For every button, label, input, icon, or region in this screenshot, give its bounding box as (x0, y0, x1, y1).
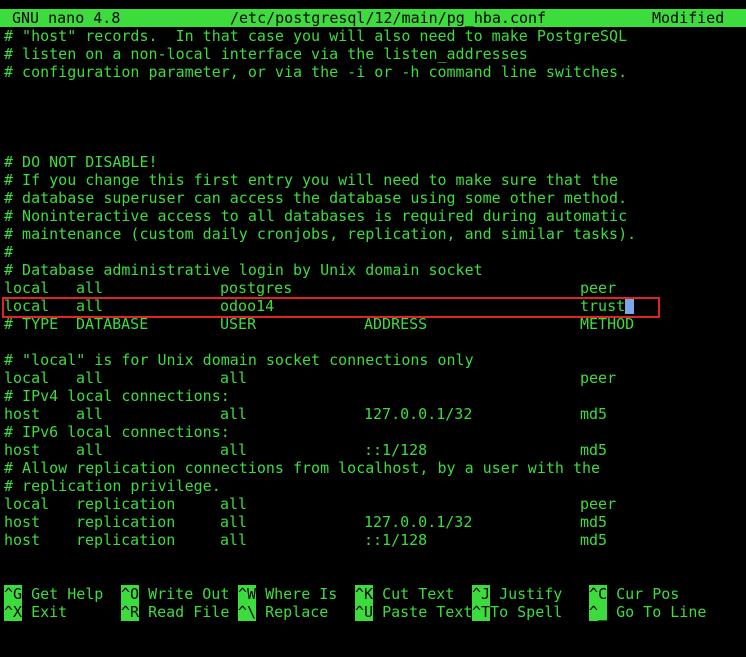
file-path: /etc/postgresql/12/main/pg_hba.conf (230, 9, 547, 27)
shortcut-read-file[interactable]: ^R Read File (121, 603, 229, 621)
record-type: host (4, 531, 41, 549)
shortcut-label: Replace (265, 603, 329, 621)
record-database: all (76, 369, 104, 387)
text-line[interactable]: # "host" records. In that case you will … (4, 27, 627, 45)
modified-status: Modified (652, 9, 725, 27)
shortcut-label: Exit (31, 603, 68, 621)
record-type: host (4, 441, 41, 459)
record-line[interactable]: host all all 127.0.0.1/32 md5 (4, 405, 607, 423)
shortcut-key: ^_ (589, 603, 608, 621)
record-line[interactable]: host replication all ::1/128 md5 (4, 531, 607, 549)
record-user: all (220, 441, 248, 459)
shortcut-get-help[interactable]: ^G Get Help (4, 585, 103, 603)
app-name: GNU nano 4.8 (12, 9, 121, 27)
text-line[interactable]: # configuration parameter, or via the -i… (4, 63, 627, 81)
shortcut-exit[interactable]: ^X Exit (4, 603, 67, 621)
record-line[interactable]: local all postgres peer (4, 279, 616, 297)
record-line[interactable]: host all all ::1/128 md5 (4, 441, 607, 459)
record-type: host (4, 405, 41, 423)
shortcut-label: Justify (499, 585, 563, 603)
text-line[interactable]: # replication privilege. (4, 477, 221, 495)
shortcut-key: ^\ (238, 603, 257, 621)
record-line[interactable]: local replication all peer (4, 495, 616, 513)
shortcut-label: Paste Text (382, 603, 473, 621)
shortcut-label: To Spell (490, 603, 563, 621)
record-method: peer (580, 495, 617, 513)
text-line[interactable]: # "local" is for Unix domain socket conn… (4, 351, 474, 369)
text-line[interactable]: # Database administrative login by Unix … (4, 261, 483, 279)
text-line[interactable]: # IPv6 local connections: (4, 423, 230, 441)
record-database: all (76, 441, 104, 459)
shortcut-key: ^R (121, 603, 140, 621)
record-user: all (220, 495, 248, 513)
shortcut-label: Write Out (148, 585, 230, 603)
text-line[interactable]: # maintenance (custom daily cronjobs, re… (4, 225, 636, 243)
shortcut-key: ^G (4, 585, 23, 603)
shortcut-key: ^W (238, 585, 257, 603)
shortcut-key: ^T (472, 603, 491, 621)
shortcut-label: Cut Text (382, 585, 455, 603)
text-line[interactable]: # IPv4 local connections: (4, 387, 230, 405)
record-line[interactable]: host replication all 127.0.0.1/32 md5 (4, 513, 607, 531)
shortcut-key: ^O (121, 585, 140, 603)
text-line[interactable]: # DO NOT DISABLE! (4, 153, 158, 171)
record-user: all (220, 369, 248, 387)
text-line[interactable]: # listen on a non-local interface via th… (4, 45, 528, 63)
record-method: md5 (580, 531, 608, 549)
shortcut-key: ^J (472, 585, 491, 603)
shortcut-paste-text[interactable]: ^U Paste Text (355, 603, 472, 621)
record-method: md5 (580, 513, 608, 531)
record-user: all (220, 531, 248, 549)
shortcut-cut-text[interactable]: ^K Cut Text (355, 585, 454, 603)
record-address: ::1/128 (364, 441, 428, 459)
record-database: replication (76, 495, 176, 513)
record-address: 127.0.0.1/32 (364, 405, 473, 423)
shortcut-justify[interactable]: ^J Justify (472, 585, 562, 603)
shortcut-label: Get Help (31, 585, 104, 603)
record-database: replication (76, 531, 176, 549)
record-line[interactable]: local all all peer (4, 369, 616, 387)
record-type: local (4, 369, 50, 387)
shortcut-key: ^K (355, 585, 374, 603)
text-line[interactable]: # (4, 243, 13, 261)
record-database: replication (76, 513, 176, 531)
shortcut-where-is[interactable]: ^W Where Is (238, 585, 337, 603)
shortcut-cur-pos[interactable]: ^C Cur Pos (589, 585, 679, 603)
record-user: all (220, 405, 248, 423)
shortcut-label: Cur Pos (616, 585, 680, 603)
record-address: ::1/128 (364, 531, 428, 549)
shortcut-replace[interactable]: ^\ Replace (238, 603, 328, 621)
record-type: local (4, 279, 50, 297)
shortcut-write-out[interactable]: ^O Write Out (121, 585, 229, 603)
highlight-annotation-box (2, 297, 660, 318)
record-method: peer (580, 279, 617, 297)
title-bar: GNU nano 4.8 /etc/postgresql/12/main/pg_… (0, 9, 746, 27)
text-line[interactable]: # Noninteractive access to all databases… (4, 207, 627, 225)
record-method: peer (580, 369, 617, 387)
shortcut-to-spell[interactable]: ^TTo Spell (472, 603, 562, 621)
record-user: all (220, 513, 248, 531)
shortcut-label: Read File (148, 603, 230, 621)
record-database: all (76, 279, 104, 297)
shortcut-key: ^X (4, 603, 23, 621)
shortcut-go-to-line[interactable]: ^_ Go To Line (589, 603, 706, 621)
shortcut-key: ^U (355, 603, 374, 621)
text-line[interactable]: # Allow replication connections from loc… (4, 459, 600, 477)
shortcut-label: Go To Line (616, 603, 707, 621)
record-address: 127.0.0.1/32 (364, 513, 473, 531)
text-line[interactable]: # database superuser can access the data… (4, 189, 627, 207)
record-type: local (4, 495, 50, 513)
text-line[interactable]: # If you change this first entry you wil… (4, 171, 618, 189)
record-method: md5 (580, 441, 608, 459)
record-type: host (4, 513, 41, 531)
record-user: postgres (220, 279, 293, 297)
record-method: md5 (580, 405, 608, 423)
shortcut-key: ^C (589, 585, 608, 603)
shortcut-label: Where Is (265, 585, 338, 603)
record-database: all (76, 405, 104, 423)
